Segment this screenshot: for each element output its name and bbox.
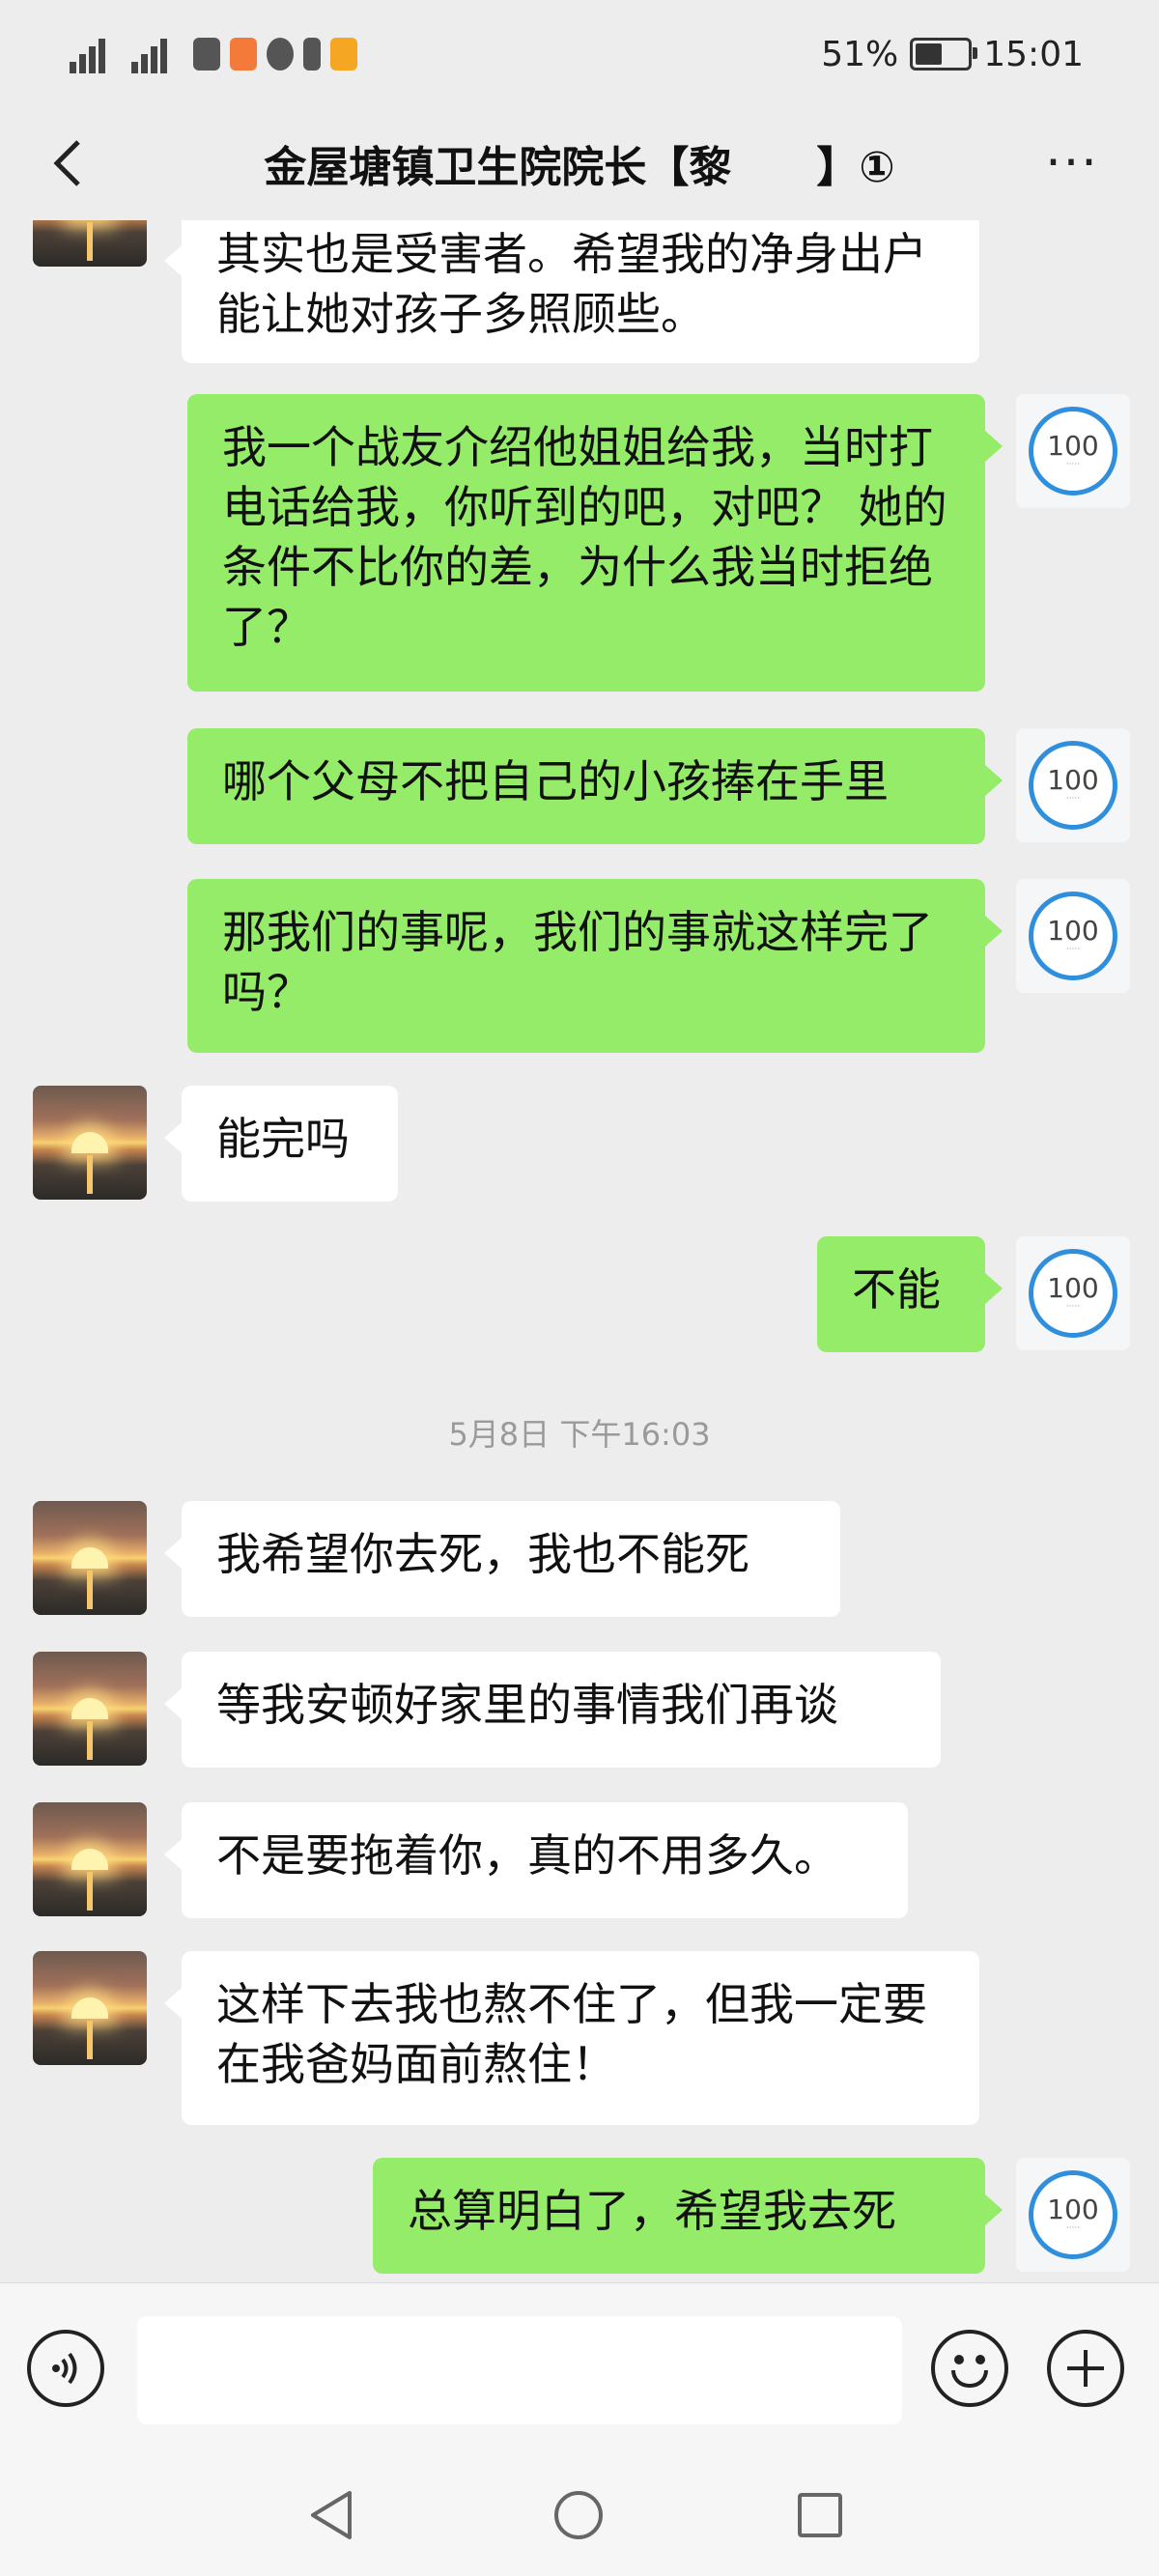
notification-app-icon [330, 38, 357, 71]
status-icons [70, 29, 357, 79]
message-bubble-sent[interactable]: 我一个战友介绍他姐姐给我，当时打电话给我，你听到的吧，对吧？ 她的条件不比你的差… [187, 394, 1003, 692]
input-bar [0, 2282, 1159, 2451]
message-bubble-sent[interactable]: 哪个父母不把自己的小孩捧在手里 [187, 728, 1003, 844]
message-bubble-received[interactable]: 不是要拖着你，真的不用多久。 [164, 1802, 908, 1918]
video-app-icon [230, 38, 257, 71]
more-options-button[interactable]: ··· [1033, 129, 1111, 197]
my-avatar[interactable]: 100 ····· [1016, 394, 1130, 508]
back-button[interactable] [33, 129, 100, 197]
status-bar: 51% 15:01 [0, 0, 1159, 106]
chat-title[interactable]: 金屋塘镇卫生院院长【黎 】① [145, 106, 1014, 220]
more-functions-button[interactable] [1047, 2330, 1124, 2407]
wifi-icon [193, 38, 220, 71]
emoji-button[interactable] [931, 2330, 1008, 2407]
message-list[interactable]: 其实也是受害者。希望我的净身出户能让她对孩子多照顾些。 我一个战友介绍他姐姐给我… [0, 220, 1159, 2282]
contact-avatar[interactable] [33, 1652, 147, 1766]
my-avatar[interactable]: 100 ····· [1016, 879, 1130, 993]
nav-home-icon[interactable] [554, 2491, 603, 2539]
voice-icon [52, 2352, 77, 2385]
contact-avatar[interactable] [33, 220, 147, 267]
my-avatar[interactable]: 100 ····· [1016, 2158, 1130, 2272]
4g-signal-icon [131, 35, 184, 73]
message-app-icon [267, 38, 294, 71]
battery-percent: 51% [821, 34, 899, 74]
timestamp: 5月8日 下午16:03 [448, 1416, 711, 1453]
nav-back-icon[interactable] [307, 2489, 355, 2541]
my-avatar[interactable]: 100 ····· [1016, 1236, 1130, 1350]
battery-icon [910, 38, 978, 71]
message-bubble-received[interactable]: 其实也是受害者。希望我的净身出户能让她对孩子多照顾些。 [164, 220, 979, 363]
contact-avatar[interactable] [33, 1951, 147, 2065]
hd-signal-icon [70, 35, 122, 73]
message-bubble-received[interactable]: 能完吗 [164, 1086, 398, 1202]
message-bubble-sent[interactable]: 总算明白了，希望我去死 [373, 2158, 1003, 2274]
chevron-left-icon [53, 140, 80, 186]
message-bubble-received[interactable]: 我希望你去死，我也不能死 [164, 1501, 840, 1617]
contact-avatar[interactable] [33, 1802, 147, 1916]
nav-recents-icon[interactable] [798, 2493, 842, 2537]
message-bubble-sent[interactable]: 那我们的事呢，我们的事就这样完了吗？ [187, 879, 1003, 1053]
chat-header: 金屋塘镇卫生院院长【黎 】① ··· [0, 106, 1159, 220]
contact-avatar[interactable] [33, 1086, 147, 1200]
message-bubble-received[interactable]: 这样下去我也熬不住了，但我一定要在我爸妈面前熬住！ [164, 1951, 979, 2125]
sim-icon [303, 38, 321, 71]
voice-input-button[interactable] [27, 2330, 104, 2407]
my-avatar[interactable]: 100 ····· [1016, 728, 1130, 842]
message-bubble-sent[interactable]: 不能 [817, 1236, 1003, 1352]
clock: 15:01 [983, 34, 1084, 74]
message-bubble-received[interactable]: 等我安顿好家里的事情我们再谈 [164, 1652, 941, 1768]
contact-avatar[interactable] [33, 1501, 147, 1615]
emoji-icon [954, 2355, 964, 2364]
system-nav-bar [0, 2450, 1159, 2576]
message-input[interactable] [137, 2316, 902, 2424]
